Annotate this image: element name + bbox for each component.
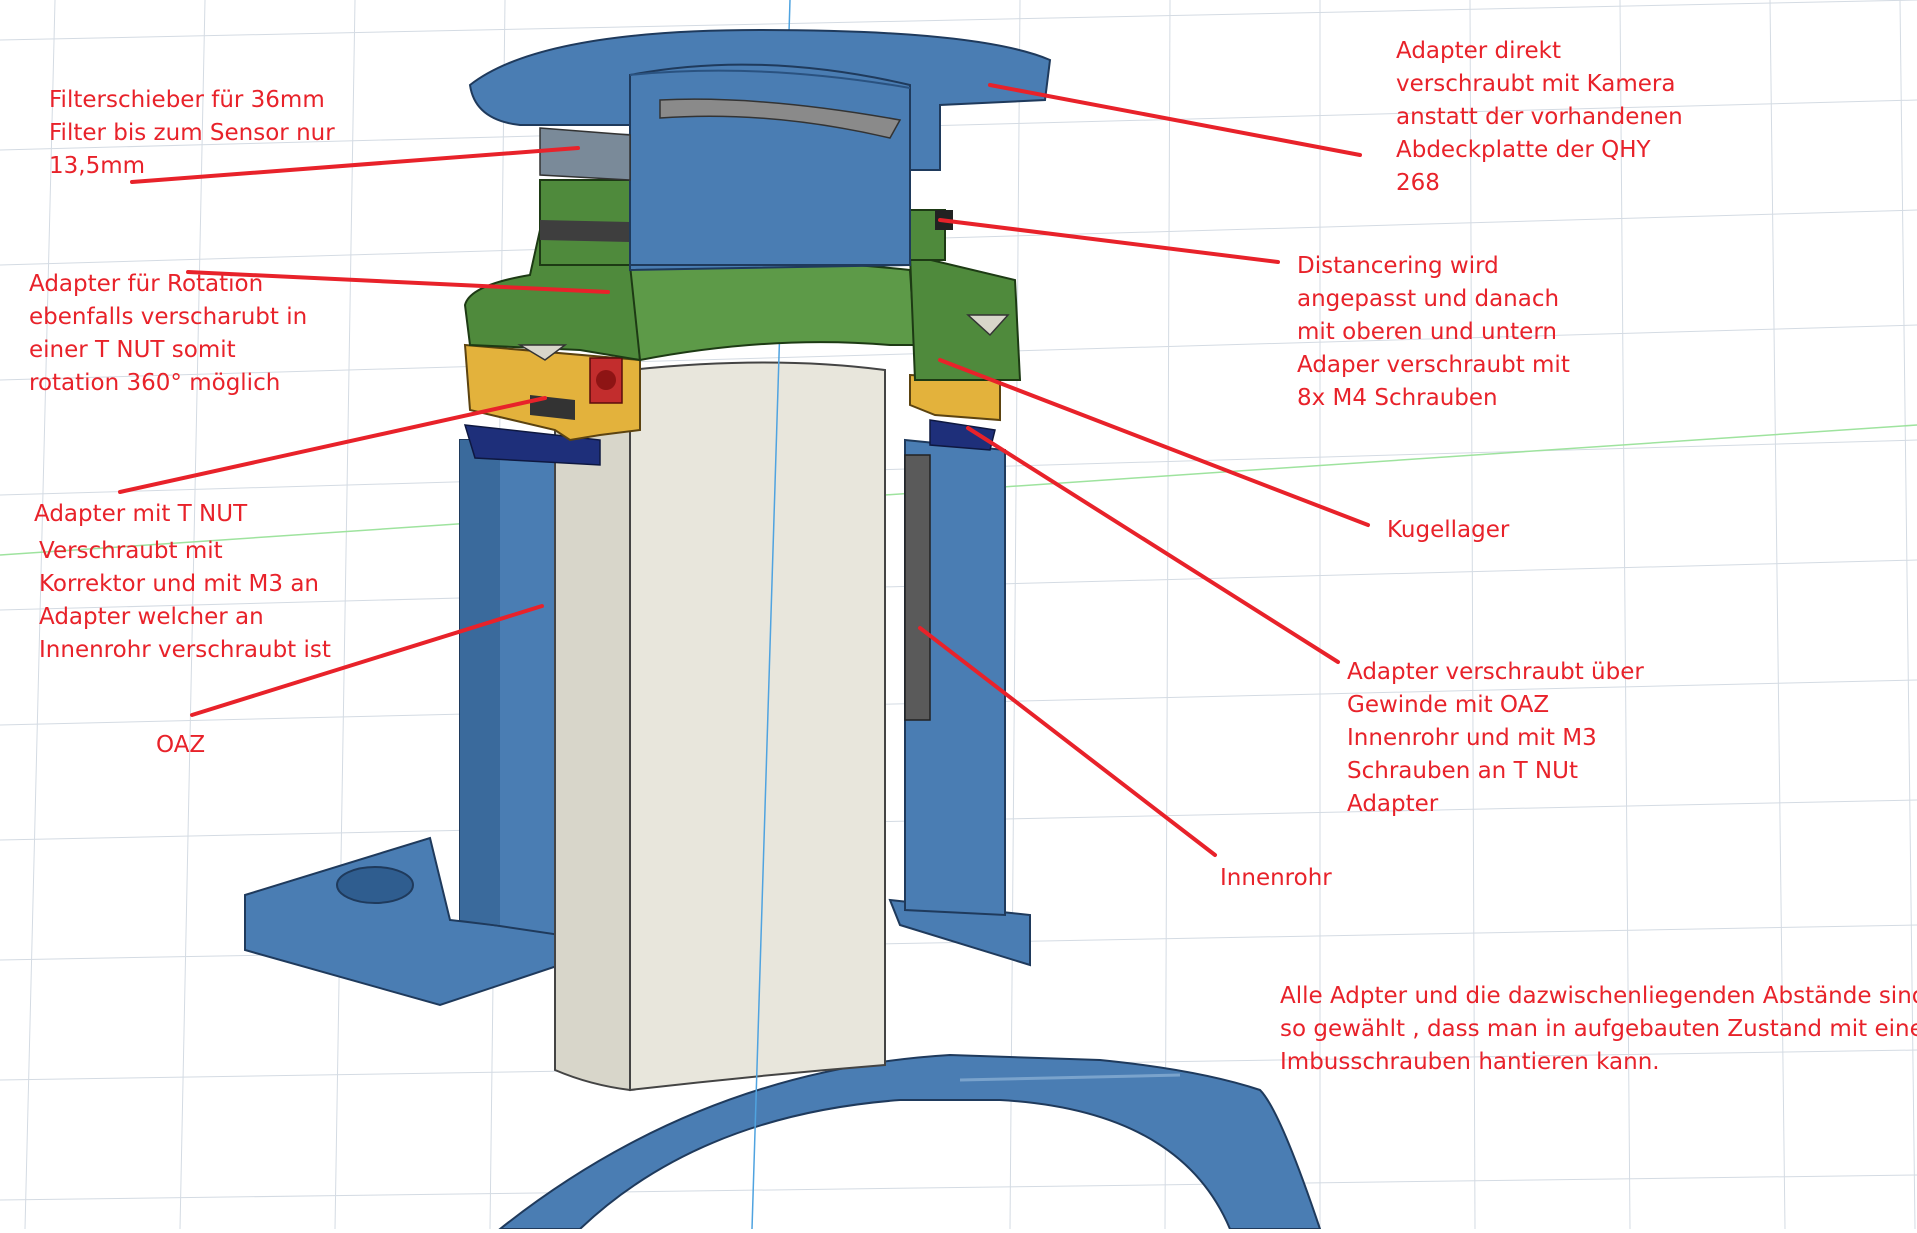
inner-tube	[554, 418, 631, 1092]
annotation-line: Alle Adpter und die dazwischenliegenden …	[1280, 983, 1917, 1009]
annotation-line: ebenfalls verscharubt in	[29, 304, 308, 330]
label-distancering: Distancering wird angepasst und danach mit…	[1297, 250, 1570, 415]
annotation-line: Verschraubt mit	[39, 538, 223, 564]
annotation-line: 268	[1396, 170, 1440, 196]
annotation-line: einer T NUT somit	[29, 337, 236, 363]
label-innenrohr: Innenrohr	[1220, 862, 1332, 895]
annotation-line: Adaper verschraubt mit	[1297, 352, 1570, 378]
label-oaz: OAZ	[156, 729, 205, 762]
label-verschraubt-korrektor: Verschraubt mit Korrektor und mit M3 an Ad…	[39, 535, 331, 667]
annotation-line: Kugellager	[1387, 517, 1510, 543]
annotation-line: Adapter für Rotation	[29, 271, 264, 297]
annotation-line: anstatt der vorhandenen	[1396, 104, 1683, 130]
label-abstaende: Alle Adpter und die dazwischenliegenden …	[1280, 980, 1917, 1079]
annotation-line: Schrauben an T NUt	[1347, 758, 1578, 784]
annotation-line: Distancering wird	[1297, 253, 1499, 279]
annotation-line: Innenrohr	[1220, 865, 1332, 891]
annotation-line: Adapter	[1347, 791, 1439, 817]
annotation-line: Innenrohr verschraubt ist	[39, 637, 331, 663]
annotation-line: mit oberen und untern	[1297, 319, 1557, 345]
annotation-line: Gewinde mit OAZ	[1347, 692, 1550, 718]
annotation-line: OAZ	[156, 732, 206, 758]
annotation-line: 8x M4 Schrauben	[1297, 385, 1498, 411]
annotation-line: so gewählt , dass man in aufgebauten Zus…	[1280, 1016, 1917, 1042]
annotation-line: Filterschieber für 36mm	[49, 87, 325, 113]
inner-sleeve-right	[904, 454, 931, 721]
label-filterschieber: Filterschieber für 36mm Filter bis zum Se…	[49, 84, 335, 183]
annotation-line: Korrektor und mit M3 an	[39, 571, 319, 597]
annotation-line: Adapter direkt	[1396, 38, 1561, 64]
rotation-adapter-center	[628, 260, 917, 362]
flange-hole-icon	[336, 866, 414, 904]
annotation-line: Adapter verschraubt über	[1347, 659, 1644, 685]
annotation-line: Adapter welcher an	[39, 604, 264, 630]
annotation-line: Adapter mit T NUT	[34, 501, 248, 527]
cad-viewport[interactable]: Filterschieber für 36mm Filter bis zum Se…	[0, 0, 1917, 1230]
label-adapter-gewinde: Adapter verschraubt über Gewinde mit OAZ I…	[1347, 656, 1644, 821]
annotation-line: verschraubt mit Kamera	[1396, 71, 1676, 97]
annotation-line: angepasst und danach	[1297, 286, 1560, 312]
bearing-ring-right	[929, 419, 996, 451]
annotation-line: Abdeckplatte der QHY	[1396, 137, 1651, 163]
annotation-line: Filter bis zum Sensor nur	[49, 120, 335, 146]
annotation-line: Imbusschrauben hantieren kann.	[1280, 1049, 1660, 1075]
label-adapter-kamera: Adapter direkt verschraubt mit Kamera anst…	[1396, 35, 1683, 200]
annotation-line: 13,5mm	[49, 153, 146, 179]
label-adapter-tnut: Adapter mit T NUT	[34, 498, 247, 531]
tnut-adapter-right	[909, 373, 1001, 422]
annotation-line: rotation 360° möglich	[29, 370, 281, 396]
annotation-line: Innenrohr und mit M3	[1347, 725, 1597, 751]
label-adapter-rotation: Adapter für Rotation ebenfalls verscharub…	[29, 268, 307, 400]
label-kugellager: Kugellager	[1387, 514, 1509, 547]
